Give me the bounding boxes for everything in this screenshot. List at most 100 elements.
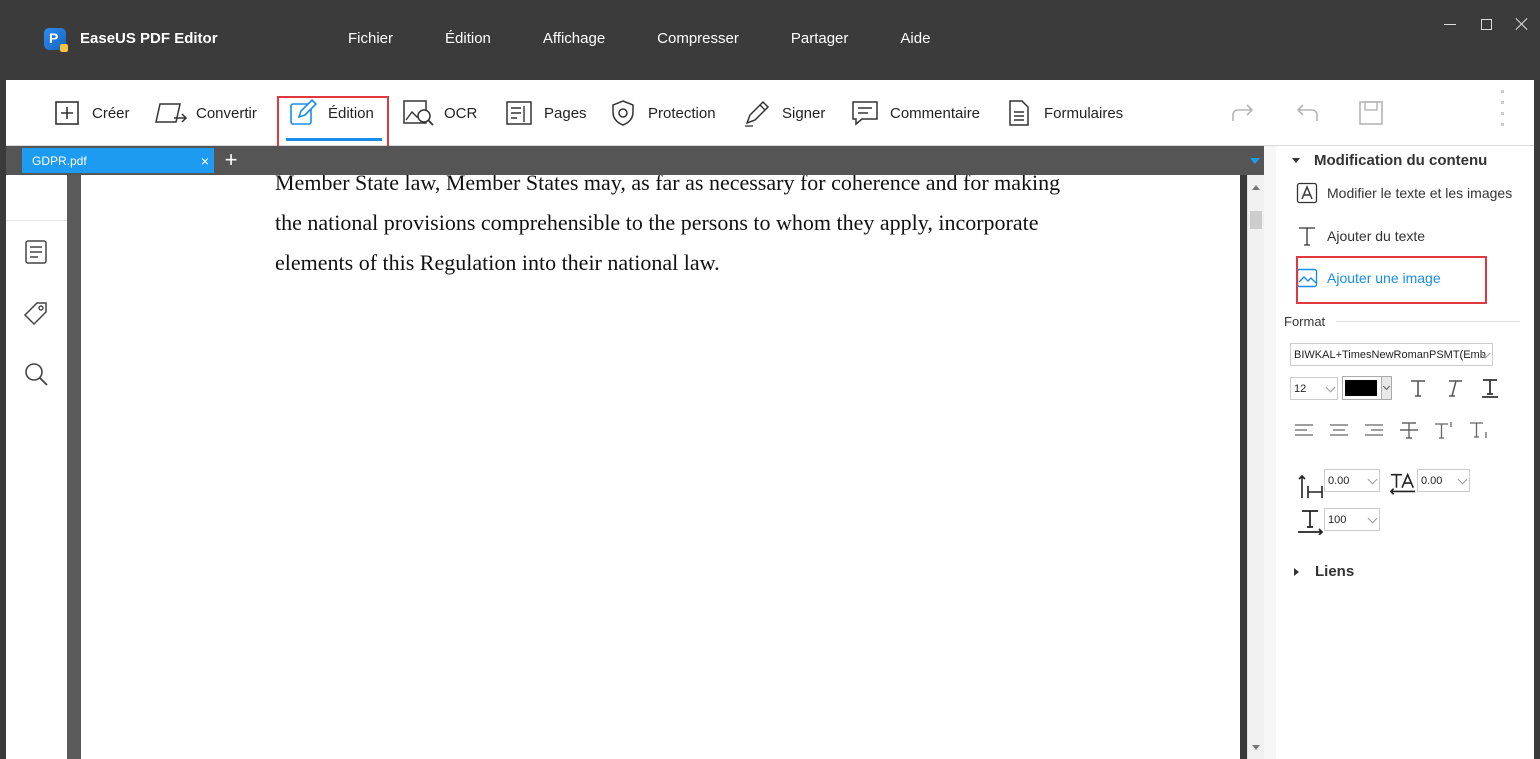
menu-affichage[interactable]: Affichage [517,30,631,47]
word-spacing-select[interactable]: 0.00 [1417,469,1470,492]
app-window: P EaseUS PDF Editor Fichier Édition Affi… [0,0,1540,759]
undo-button[interactable] [1292,98,1322,128]
caret-right-icon [1294,567,1299,576]
minimize-icon [1444,23,1456,25]
subscript-icon [1470,422,1487,438]
document-page[interactable]: Member State law, Member States may, as … [81,175,1240,759]
bookmarks-button[interactable] [22,299,50,327]
font-size-select[interactable]: 12 [1290,377,1338,400]
tool-edition[interactable]: Édition [286,80,374,146]
close-icon [1515,17,1529,31]
scroll-thumb[interactable] [1250,211,1262,229]
text-scale-select[interactable]: 100 [1324,508,1380,531]
add-text-button[interactable]: Ajouter du texte [1296,225,1425,247]
document-text[interactable]: Member State law, Member States may, as … [275,175,1175,283]
superscript-button[interactable] [1428,415,1460,445]
add-image-button[interactable]: Ajouter une image [1296,267,1441,289]
align-left-button[interactable] [1288,415,1320,445]
scroll-down-icon[interactable] [1252,745,1260,750]
pen-sign-icon [740,96,774,130]
document-tab[interactable]: GDPR.pdf × [22,148,214,173]
add-image-label: Ajouter une image [1327,270,1441,286]
tool-protection[interactable]: Protection [606,80,716,146]
plus-box-icon [50,96,84,130]
tool-creer-label: Créer [92,104,130,122]
links-section-toggle[interactable]: Liens [1294,563,1354,580]
chevron-down-icon [1325,382,1336,393]
tool-commentaire-label: Commentaire [890,104,981,122]
tool-protection-label: Protection [648,104,716,122]
tool-pages[interactable]: Pages [502,80,587,146]
redo-button[interactable] [1228,98,1258,128]
tool-formulaires-label: Formulaires [1044,104,1124,122]
tool-commentaire[interactable]: Commentaire [848,80,980,146]
menu-edition[interactable]: Édition [419,30,517,47]
app-title: EaseUS PDF Editor [80,30,218,47]
vertical-scrollbar[interactable] [1247,175,1264,759]
thumbnails-button[interactable] [22,238,50,266]
color-dropdown-icon [1381,377,1391,399]
strikethrough-button[interactable] [1393,415,1425,445]
text-color-picker[interactable] [1342,376,1392,400]
maximize-icon [1480,18,1492,30]
strikethrough-icon [1400,422,1418,439]
tool-formulaires[interactable]: Formulaires [1002,80,1123,146]
align-center-button[interactable] [1323,415,1355,445]
bold-t-icon [1411,380,1425,397]
add-text-icon [1296,225,1318,247]
char-spacing-value: 0.00 [1328,474,1350,487]
tool-signer[interactable]: Signer [740,80,825,146]
search-button[interactable] [22,360,50,388]
tool-edition-label: Édition [328,104,374,122]
menu-partager[interactable]: Partager [765,30,875,47]
minimize-button[interactable] [1432,10,1468,38]
tool-pages-label: Pages [544,104,587,122]
properties-panel: Modification du contenu Modifier le text… [1264,146,1534,759]
tabs-dropdown-icon[interactable] [1250,158,1260,164]
menu-aide[interactable]: Aide [874,30,956,47]
tool-creer[interactable]: Créer [50,80,130,146]
char-spacing-icon [1297,472,1325,500]
edit-text-image-icon [1296,182,1318,204]
new-tab-button[interactable]: + [220,146,242,175]
scroll-up-icon[interactable] [1252,185,1260,190]
search-icon [25,363,48,386]
menu-fichier[interactable]: Fichier [322,30,419,47]
save-button[interactable] [1356,98,1386,128]
subscript-button[interactable] [1463,415,1495,445]
align-right-button[interactable] [1358,415,1390,445]
content-section-toggle[interactable]: Modification du contenu [1292,152,1487,169]
sidebar-divider [6,220,67,221]
chevron-down-icon [1367,513,1378,524]
close-window-button[interactable] [1504,10,1540,38]
tool-signer-label: Signer [782,104,826,122]
logo-letter: P [49,30,59,46]
font-select[interactable]: BIWKAL+TimesNewRomanPSMT(Emb [1290,343,1493,366]
tool-ocr[interactable]: OCR [402,80,477,146]
text-scale-value: 100 [1328,513,1347,526]
tab-close-icon[interactable]: × [196,153,214,169]
underline-button[interactable] [1474,374,1506,402]
bold-button[interactable] [1402,374,1434,402]
char-spacing-select[interactable]: 0.00 [1324,469,1380,492]
tool-convertir[interactable]: Convertir [154,80,257,146]
word-spacing-value: 0.00 [1421,474,1443,487]
thumbnails-icon [25,240,47,264]
redo-icon [1232,104,1254,121]
page-margin [67,175,81,759]
menu-bar: Fichier Édition Affichage Compresser Par… [322,30,956,47]
tag-icon [23,302,47,326]
align-center-icon [1330,424,1348,436]
properties-panel-body: Modification du contenu Modifier le text… [1276,146,1534,759]
document-line: Member State law, Member States may, as … [275,175,1061,195]
main-toolbar: Créer Convertir Édition OCR Pages Protec… [6,80,1534,149]
maximize-button[interactable] [1468,10,1504,38]
content-section-title: Modification du contenu [1314,152,1488,169]
menu-compresser[interactable]: Compresser [631,30,765,47]
word-spacing-icon [1389,470,1417,498]
caret-down-icon [1292,158,1300,163]
italic-button[interactable] [1438,374,1470,402]
tool-ocr-label: OCR [444,104,478,122]
tool-convertir-label: Convertir [196,104,257,122]
edit-text-images-button[interactable]: Modifier le texte et les images [1296,182,1512,204]
